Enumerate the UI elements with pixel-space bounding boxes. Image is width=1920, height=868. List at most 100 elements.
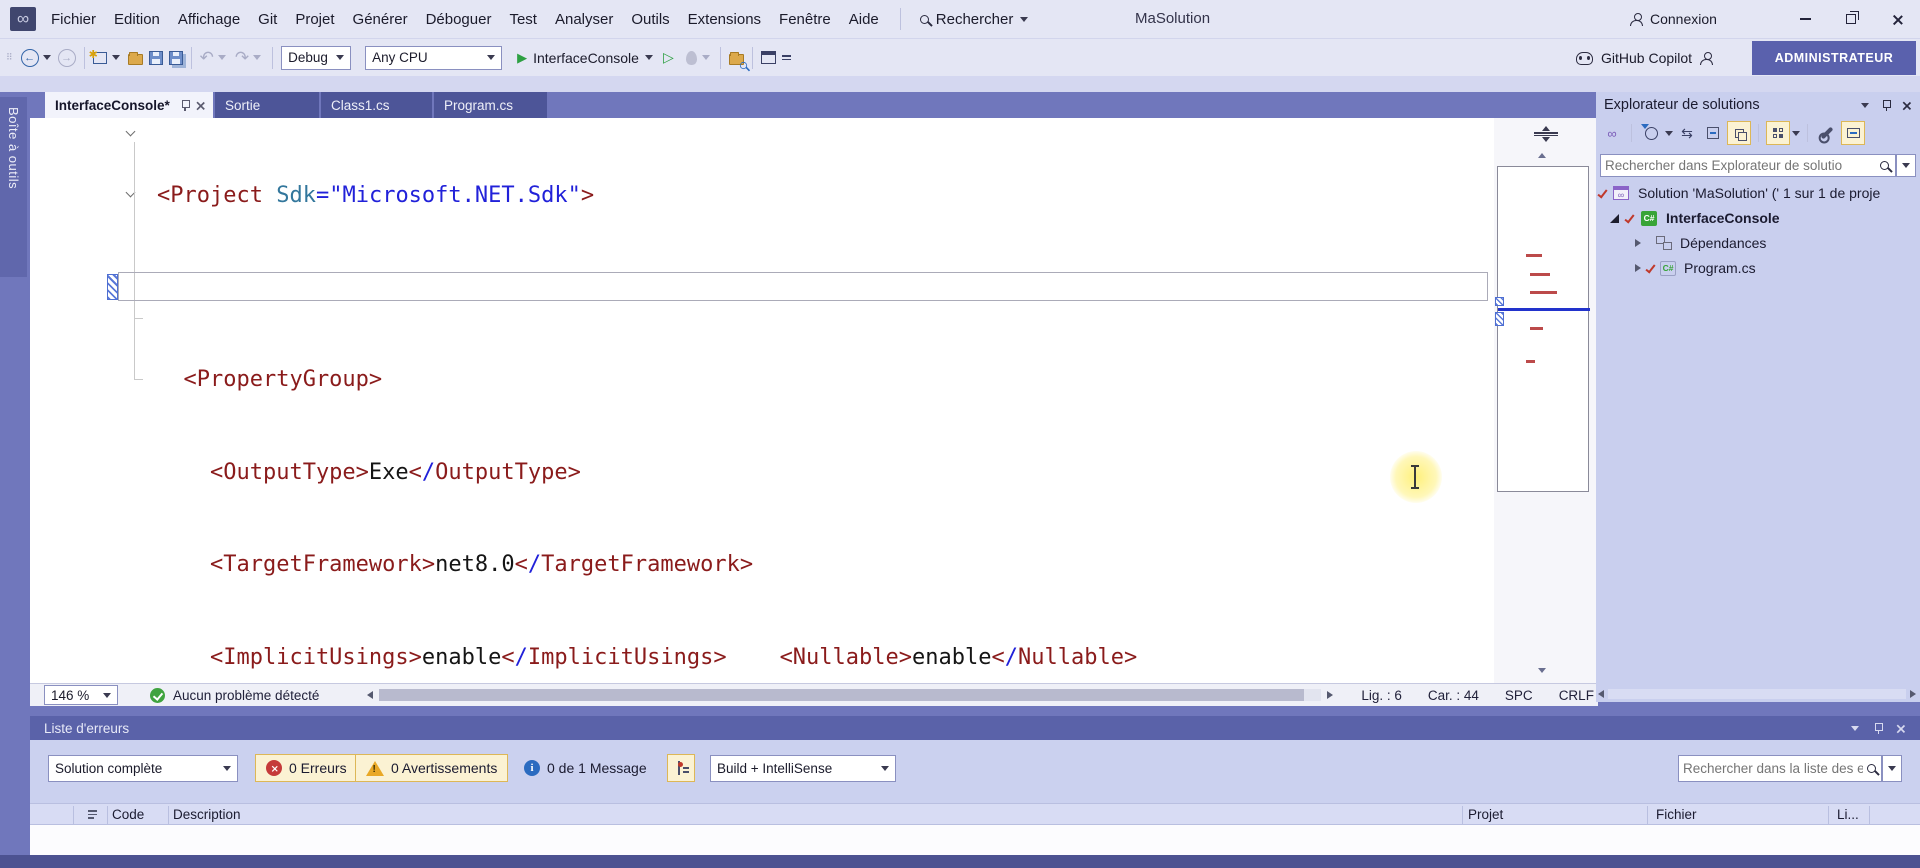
error-list-search-box[interactable] bbox=[1678, 755, 1882, 782]
solution-search-box[interactable] bbox=[1600, 154, 1896, 177]
tab-class1[interactable]: Class1.cs bbox=[321, 92, 432, 118]
close-icon[interactable] bbox=[1896, 723, 1905, 732]
pending-changes-filter-button[interactable] bbox=[1639, 121, 1663, 145]
minimize-button[interactable] bbox=[1782, 0, 1828, 38]
send-feedback-icon[interactable] bbox=[1700, 51, 1714, 65]
solution-search-input[interactable] bbox=[1601, 158, 1880, 173]
navigate-forward-button[interactable]: → bbox=[55, 45, 79, 71]
show-all-files-button[interactable] bbox=[1766, 121, 1790, 145]
redo-dropdown-icon[interactable] bbox=[253, 55, 262, 60]
switch-views-button[interactable]: ∞ bbox=[1600, 121, 1624, 145]
fold-collapse-icon[interactable] bbox=[125, 126, 136, 137]
close-icon[interactable] bbox=[1902, 100, 1911, 109]
toolbar-grip[interactable]: ⠿ bbox=[6, 52, 14, 63]
close-tab-icon[interactable] bbox=[196, 100, 203, 109]
minimap[interactable] bbox=[1495, 166, 1590, 492]
sign-in-button[interactable]: Connexion bbox=[1630, 0, 1717, 38]
find-in-files-button[interactable] bbox=[726, 45, 747, 71]
tab-sortie[interactable]: Sortie bbox=[215, 92, 319, 118]
new-project-dropdown-icon[interactable] bbox=[111, 55, 120, 60]
toolbar-overflow-button[interactable] bbox=[779, 45, 794, 71]
search-icon[interactable] bbox=[1867, 764, 1876, 773]
code-line[interactable] bbox=[157, 273, 1137, 304]
navigate-back-button[interactable]: ← bbox=[18, 45, 42, 71]
pin-icon[interactable] bbox=[1881, 99, 1891, 111]
redo-button[interactable]: ↷ bbox=[232, 45, 252, 71]
expand-closed-icon[interactable] bbox=[1635, 264, 1641, 272]
scroll-left-icon[interactable] bbox=[1598, 690, 1604, 698]
column-description[interactable]: Description bbox=[173, 807, 241, 822]
window-position-icon[interactable] bbox=[1851, 725, 1859, 731]
scroll-right-icon[interactable] bbox=[1327, 691, 1334, 699]
properties-button[interactable] bbox=[1815, 121, 1839, 145]
pin-icon[interactable] bbox=[1873, 722, 1883, 734]
horizontal-scrollbar[interactable] bbox=[379, 689, 1322, 701]
tab-program[interactable]: Program.cs bbox=[434, 92, 547, 118]
column-line[interactable]: Li... bbox=[1837, 807, 1859, 822]
menu-deboguer[interactable]: Déboguer bbox=[417, 0, 501, 38]
track-active-item-button[interactable] bbox=[1841, 121, 1865, 145]
start-without-debugging-button[interactable]: ▷ bbox=[660, 45, 677, 71]
toolbox-tab[interactable]: Boîte à outils bbox=[0, 97, 27, 277]
tab-interfaceconsole[interactable]: InterfaceConsole* bbox=[45, 92, 213, 118]
show-all-files-dropdown-icon[interactable] bbox=[1792, 130, 1800, 136]
sync-with-active-document-button[interactable]: ⇆ bbox=[1675, 121, 1699, 145]
menu-git[interactable]: Git bbox=[249, 0, 286, 38]
column-code[interactable]: Code bbox=[112, 807, 144, 822]
github-copilot-label[interactable]: GitHub Copilot bbox=[1601, 50, 1692, 66]
code-content[interactable]: <Project Sdk="Microsoft.NET.Sdk"> <Prope… bbox=[157, 119, 1137, 683]
preview-selected-items-button[interactable] bbox=[1727, 121, 1751, 145]
search-options-dropdown[interactable] bbox=[1896, 154, 1916, 177]
undo-button[interactable]: ↶ bbox=[197, 45, 217, 71]
open-folder-button[interactable] bbox=[125, 45, 146, 71]
scroll-right-icon[interactable] bbox=[1910, 690, 1916, 698]
menu-aide[interactable]: Aide bbox=[840, 0, 888, 38]
platform-dropdown[interactable]: Any CPU bbox=[365, 45, 503, 70]
minimap-scrollbar[interactable] bbox=[1494, 118, 1598, 683]
solution-explorer-titlebar[interactable]: Explorateur de solutions bbox=[1596, 92, 1920, 118]
scroll-up-icon[interactable] bbox=[1538, 153, 1546, 158]
collapse-all-button[interactable] bbox=[1701, 121, 1725, 145]
close-button[interactable] bbox=[1874, 0, 1920, 38]
back-dropdown-icon[interactable] bbox=[42, 55, 51, 60]
scope-filter-dropdown[interactable]: Solution complète bbox=[48, 755, 238, 782]
menu-fenetre[interactable]: Fenêtre bbox=[770, 0, 840, 38]
search-options-dropdown[interactable] bbox=[1882, 755, 1902, 782]
tree-item-dependencies[interactable]: Dépendances bbox=[1596, 231, 1766, 255]
menu-test[interactable]: Test bbox=[500, 0, 546, 38]
horizontal-scrollbar-thumb[interactable] bbox=[379, 689, 1305, 701]
save-all-button[interactable] bbox=[166, 45, 186, 71]
search-icon[interactable] bbox=[1880, 161, 1889, 170]
tree-item-program[interactable]: C# Program.cs bbox=[1596, 256, 1756, 280]
column-project[interactable]: Projet bbox=[1468, 807, 1503, 822]
expand-open-icon[interactable] bbox=[1610, 213, 1619, 223]
menu-affichage[interactable]: Affichage bbox=[169, 0, 249, 38]
code-line[interactable]: <Project Sdk="Microsoft.NET.Sdk"> bbox=[157, 181, 1137, 212]
messages-filter-button[interactable]: i 0 de 1 Message bbox=[514, 754, 657, 782]
solution-explorer-hscrollbar[interactable] bbox=[1598, 687, 1916, 701]
code-editor[interactable]: <Project Sdk="Microsoft.NET.Sdk"> <Prope… bbox=[30, 118, 1494, 683]
error-list-rows-area[interactable] bbox=[30, 825, 1920, 855]
start-debugging-button[interactable]: ▶ InterfaceConsole bbox=[514, 45, 656, 71]
window-position-icon[interactable] bbox=[1861, 102, 1869, 108]
source-filter-dropdown[interactable]: Build + IntelliSense bbox=[710, 755, 896, 782]
expand-closed-icon[interactable] bbox=[1635, 239, 1641, 247]
menu-outils[interactable]: Outils bbox=[622, 0, 678, 38]
scroll-left-icon[interactable] bbox=[367, 691, 374, 699]
solution-explorer-toolbar-button[interactable] bbox=[758, 45, 779, 71]
code-line[interactable]: <OutputType>Exe</OutputType> bbox=[157, 458, 1137, 489]
error-list-titlebar[interactable]: Liste d'erreurs bbox=[30, 716, 1920, 740]
menu-generer[interactable]: Générer bbox=[344, 0, 417, 38]
save-button[interactable] bbox=[146, 45, 166, 71]
hot-reload-dropdown-icon[interactable] bbox=[701, 55, 710, 60]
undo-dropdown-icon[interactable] bbox=[217, 55, 226, 60]
pin-icon[interactable] bbox=[180, 99, 191, 111]
code-line[interactable]: <ImplicitUsings>enable</ImplicitUsings> … bbox=[157, 643, 1137, 674]
column-file[interactable]: Fichier bbox=[1656, 807, 1697, 822]
health-check-icon[interactable] bbox=[150, 687, 165, 703]
warnings-filter-button[interactable]: ! 0 Avertissements bbox=[355, 754, 509, 782]
zoom-dropdown[interactable]: 146 % bbox=[44, 685, 118, 705]
hot-reload-button[interactable] bbox=[683, 45, 700, 71]
filter-dropdown-icon[interactable] bbox=[1665, 130, 1673, 136]
errors-filter-button[interactable]: 0 Erreurs bbox=[255, 754, 358, 782]
